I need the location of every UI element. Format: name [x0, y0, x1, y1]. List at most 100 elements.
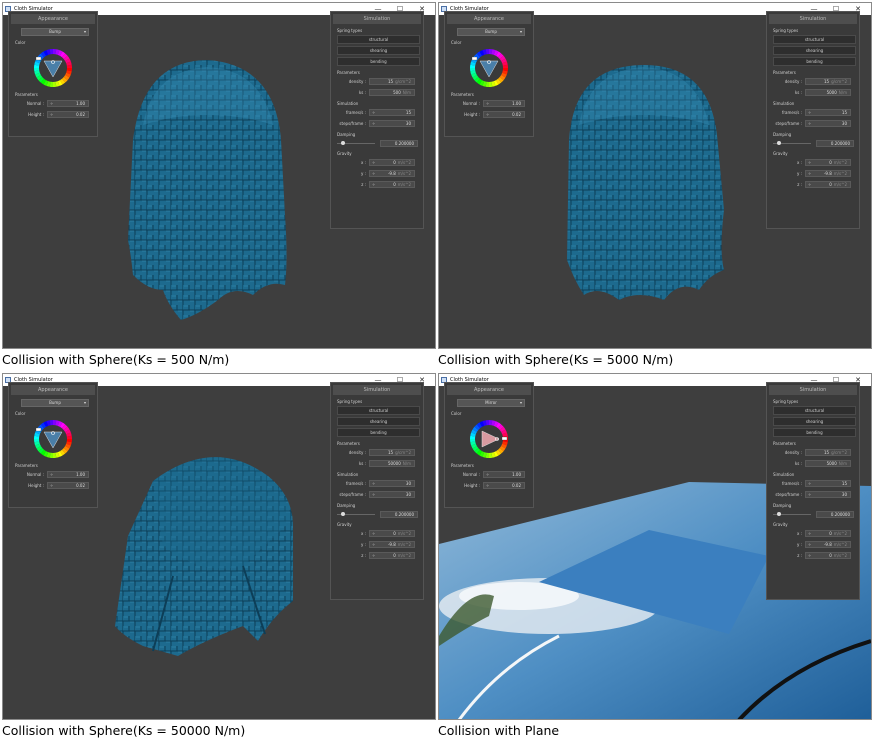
- simulation-title[interactable]: Simulation: [333, 14, 421, 24]
- damping-field[interactable]: 0.200000: [380, 511, 418, 518]
- frames-field[interactable]: ÷ 15: [805, 109, 851, 116]
- gravity-y-field[interactable]: ÷ -9.8 m/s^2: [805, 170, 851, 177]
- shader-dropdown[interactable]: Bump ▾: [21, 399, 89, 407]
- gravity-y-field[interactable]: ÷ -9.8 m/s^2: [369, 541, 415, 548]
- ks-label: ks :: [794, 461, 802, 466]
- shader-dropdown[interactable]: Mirror ▾: [457, 399, 525, 407]
- ks-field[interactable]: 50000 N/m: [369, 460, 415, 467]
- gravity-z-field[interactable]: ÷ 0 m/s^2: [369, 181, 415, 188]
- normal-field[interactable]: ÷ 1.00: [47, 100, 89, 107]
- steps-field[interactable]: ÷ 30: [369, 491, 415, 498]
- damping-field[interactable]: 0.200000: [816, 140, 854, 147]
- height-field[interactable]: ÷ 0.02: [483, 482, 525, 489]
- shearing-toggle[interactable]: shearing: [337, 417, 420, 426]
- gravity-z-field[interactable]: ÷ 0 m/s^2: [369, 552, 415, 559]
- shearing-toggle[interactable]: shearing: [773, 46, 856, 55]
- spin-arrows-icon: ÷: [50, 101, 54, 106]
- slider-handle[interactable]: [341, 141, 345, 145]
- simulation-title[interactable]: Simulation: [769, 385, 857, 395]
- damping-slider[interactable]: [773, 141, 811, 145]
- normal-field[interactable]: ÷ 1.00: [47, 471, 89, 478]
- steps-field[interactable]: ÷ 30: [805, 120, 851, 127]
- normal-field[interactable]: ÷ 1.00: [483, 471, 525, 478]
- gravity-unit: m/s^2: [833, 171, 847, 176]
- appearance-title[interactable]: Appearance: [447, 14, 531, 24]
- gravity-z-field[interactable]: ÷ 0 m/s^2: [805, 181, 851, 188]
- ks-field[interactable]: 5000 N/m: [805, 460, 851, 467]
- gravity-z-field[interactable]: ÷ 0 m/s^2: [805, 552, 851, 559]
- ks-field[interactable]: 5000 N/m: [805, 89, 851, 96]
- frames-field[interactable]: ÷ 15: [805, 480, 851, 487]
- gravity-x-field[interactable]: ÷ 0 m/s^2: [805, 159, 851, 166]
- bending-toggle[interactable]: bending: [773, 428, 856, 437]
- frames-field[interactable]: ÷ 30: [369, 480, 415, 487]
- shader-dropdown[interactable]: Bump ▾: [457, 28, 525, 36]
- spin-arrows-icon: ÷: [808, 182, 812, 187]
- ks-label: ks :: [794, 90, 802, 95]
- slider-handle[interactable]: [777, 141, 781, 145]
- bending-toggle[interactable]: bending: [337, 57, 420, 66]
- steps-field[interactable]: ÷ 30: [805, 491, 851, 498]
- appearance-title[interactable]: Appearance: [447, 385, 531, 395]
- density-label: density :: [784, 450, 802, 455]
- gravity-x-field[interactable]: ÷ 0 m/s^2: [369, 159, 415, 166]
- gravity-x-field[interactable]: ÷ 0 m/s^2: [369, 530, 415, 537]
- gravity-z-value: 0: [829, 553, 832, 558]
- steps-label: steps/frame :: [775, 121, 802, 126]
- figure-caption: Collision with Plane: [438, 723, 560, 738]
- gravity-y-field[interactable]: ÷ -9.8 m/s^2: [369, 170, 415, 177]
- frames-field[interactable]: ÷ 15: [369, 109, 415, 116]
- simulation-title[interactable]: Simulation: [333, 385, 421, 395]
- appearance-title[interactable]: Appearance: [11, 385, 95, 395]
- height-field[interactable]: ÷ 0.02: [47, 111, 89, 118]
- color-wheel[interactable]: [469, 48, 509, 88]
- simulation-title[interactable]: Simulation: [769, 14, 857, 24]
- structural-toggle[interactable]: structural: [337, 406, 420, 415]
- normal-field[interactable]: ÷ 1.00: [483, 100, 525, 107]
- damping-slider[interactable]: [337, 512, 375, 516]
- screenshot-cell: Cloth Simulator — ☐ ✕ Appearance Bump ▾ C…: [2, 373, 436, 738]
- height-field[interactable]: ÷ 0.02: [47, 482, 89, 489]
- bending-toggle[interactable]: bending: [337, 428, 420, 437]
- shearing-toggle[interactable]: shearing: [773, 417, 856, 426]
- color-wheel[interactable]: [33, 48, 73, 88]
- shearing-toggle[interactable]: shearing: [337, 46, 420, 55]
- bending-toggle[interactable]: bending: [773, 57, 856, 66]
- spin-arrows-icon: ÷: [372, 542, 376, 547]
- density-field[interactable]: 15 g/cm^2: [805, 78, 851, 85]
- damping-field[interactable]: 0.200000: [816, 511, 854, 518]
- gravity-x-field[interactable]: ÷ 0 m/s^2: [805, 530, 851, 537]
- normal-value: 1.00: [512, 101, 521, 106]
- damping-field[interactable]: 0.200000: [380, 140, 418, 147]
- spin-arrows-icon: ÷: [372, 531, 376, 536]
- slider-handle[interactable]: [341, 512, 345, 516]
- density-field[interactable]: 15 g/cm^2: [369, 78, 415, 85]
- damping-label: Damping: [773, 132, 792, 137]
- height-value: 0.02: [76, 112, 85, 117]
- steps-field[interactable]: ÷ 30: [369, 120, 415, 127]
- spin-arrows-icon: ÷: [372, 182, 376, 187]
- gravity-label: Gravity: [337, 151, 352, 156]
- gravity-y-label: y :: [797, 171, 802, 176]
- shader-dropdown[interactable]: Bump ▾: [21, 28, 89, 36]
- ks-field[interactable]: 500 N/m: [369, 89, 415, 96]
- structural-toggle[interactable]: structural: [337, 35, 420, 44]
- structural-toggle[interactable]: structural: [773, 35, 856, 44]
- slider-handle[interactable]: [777, 512, 781, 516]
- density-field[interactable]: 15 g/cm^2: [805, 449, 851, 456]
- appearance-title[interactable]: Appearance: [11, 14, 95, 24]
- density-field[interactable]: 15 g/cm^2: [369, 449, 415, 456]
- steps-label: steps/frame :: [339, 492, 366, 497]
- frames-value: 15: [405, 110, 411, 115]
- app-window: Cloth Simulator — ☐ ✕ Appearance Bump ▾ C…: [2, 2, 436, 349]
- appearance-panel: Appearance Bump ▾ Color Parameters Normal…: [8, 382, 98, 508]
- damping-slider[interactable]: [773, 512, 811, 516]
- color-wheel[interactable]: [469, 419, 509, 459]
- color-wheel[interactable]: [33, 419, 73, 459]
- gravity-y-field[interactable]: ÷ -9.8 m/s^2: [805, 541, 851, 548]
- height-field[interactable]: ÷ 0.02: [483, 111, 525, 118]
- gravity-x-value: 0: [393, 160, 396, 165]
- damping-slider[interactable]: [337, 141, 375, 145]
- height-label: Height :: [28, 112, 44, 117]
- structural-toggle[interactable]: structural: [773, 406, 856, 415]
